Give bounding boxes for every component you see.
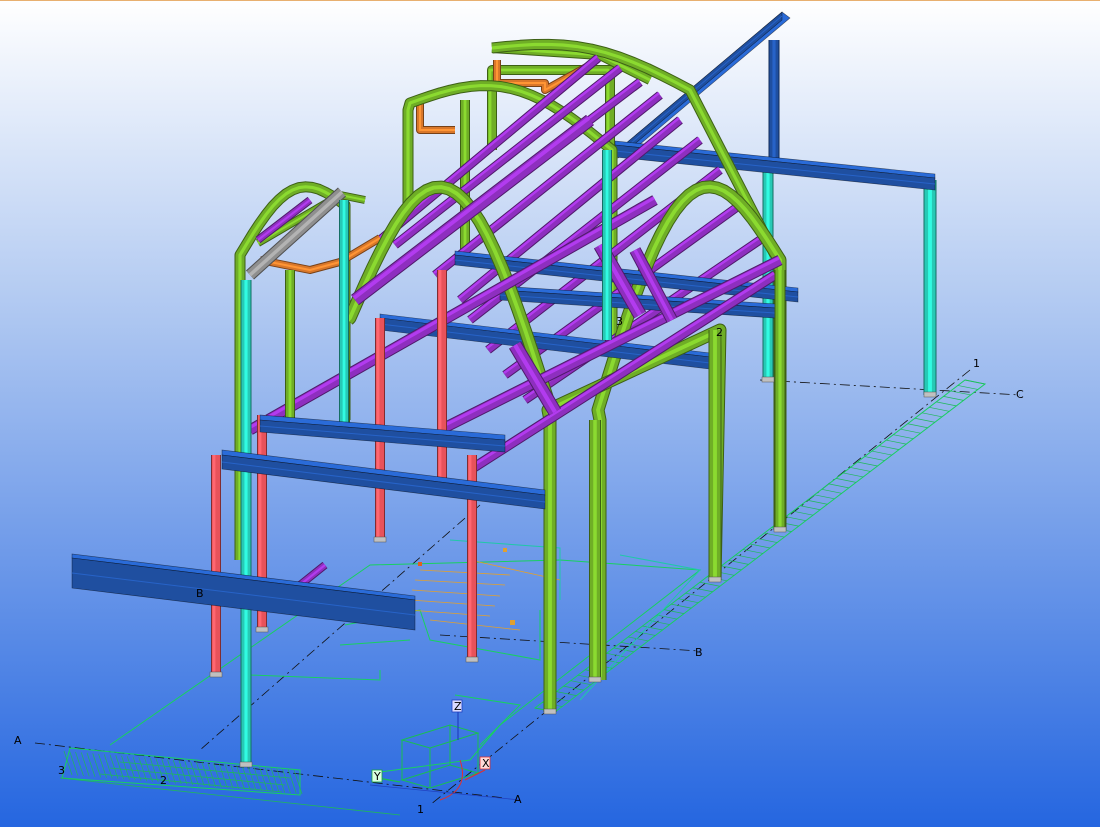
axis-label-x: X (482, 757, 490, 770)
grid-label-1-bottom: 1 (417, 803, 424, 816)
base-plate-10[interactable] (923, 391, 937, 398)
base-plate-8[interactable] (708, 576, 722, 583)
base-plate-7[interactable] (588, 676, 602, 683)
structural-3d-view[interactable]: Z Y X A A B C 1 1 2 3 3 2 B (0, 0, 1100, 827)
grid-label-a-left: A (14, 734, 22, 747)
base-plate-6[interactable] (543, 708, 557, 715)
axis-label-y: Y (373, 770, 381, 783)
base-plate-3[interactable] (255, 626, 269, 633)
base-plate-5[interactable] (465, 656, 479, 663)
axis-label-z: Z (454, 700, 462, 713)
grid-label-a-right: A (514, 793, 522, 806)
grid-label-2-bottom: 2 (160, 774, 167, 787)
beam-tag-b: B (196, 587, 204, 600)
grid-label-3-roof: 3 (616, 315, 623, 328)
grid-label-c-right: C (1016, 388, 1024, 401)
base-plate-4[interactable] (373, 536, 387, 543)
base-plate-1[interactable] (239, 761, 253, 768)
base-plate-11[interactable] (761, 376, 775, 383)
grid-label-2-roof: 2 (716, 326, 723, 339)
grid-label-1-top: 1 (973, 357, 980, 370)
model-viewport[interactable]: Z Y X A A B C 1 1 2 3 3 2 B (0, 0, 1100, 827)
grid-label-b-right: B (695, 646, 703, 659)
grid-label-3-left: 3 (58, 764, 65, 777)
base-plate-9[interactable] (773, 526, 787, 533)
column-red-1[interactable] (211, 455, 221, 675)
base-plate-2[interactable] (209, 671, 223, 678)
column-red-4[interactable] (437, 270, 447, 480)
